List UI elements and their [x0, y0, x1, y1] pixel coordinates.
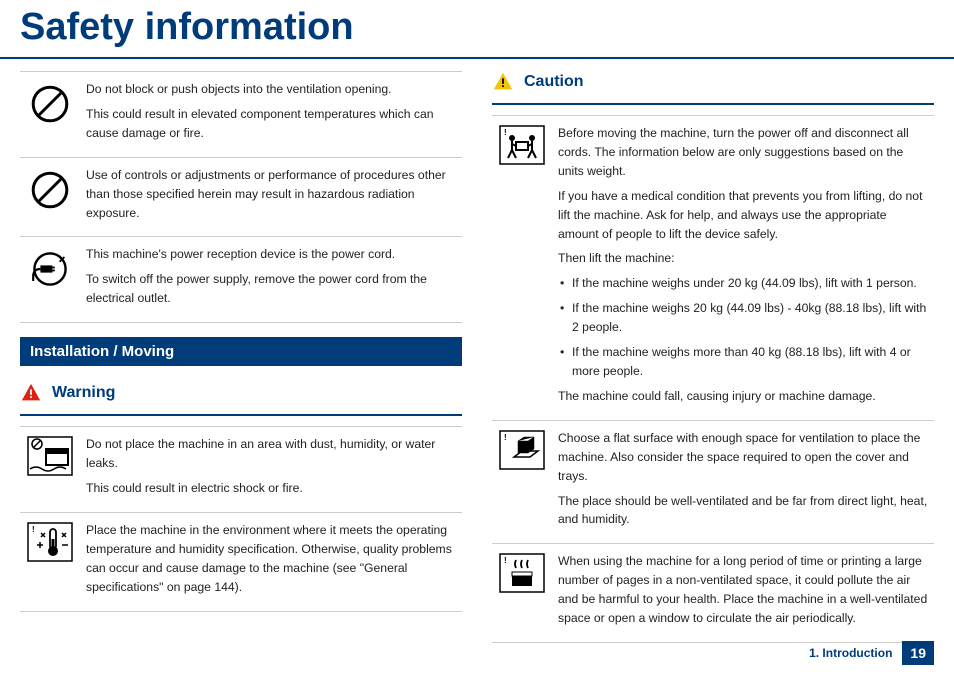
cell-text: This machine's power reception device is…	[80, 237, 462, 323]
svg-text:!: !	[32, 525, 35, 534]
caution-heading-text: Caution	[524, 73, 584, 91]
svg-text:!: !	[504, 556, 507, 565]
table-row: Do not block or push objects into the ve…	[20, 72, 462, 158]
text-line: If you have a medical condition that pre…	[558, 187, 928, 244]
svg-text:!: !	[504, 128, 507, 137]
cell-text: Do not place the machine in an area with…	[80, 427, 462, 513]
cell-text: When using the machine for a long period…	[552, 544, 934, 643]
divider-line	[20, 414, 462, 416]
flat-surface-icon: !	[498, 429, 546, 471]
cell-text: Place the machine in the environment whe…	[80, 512, 462, 611]
table-row: ! Choose a flat surface with enough spac…	[492, 420, 934, 544]
chapter-label: 1. Introduction	[809, 646, 892, 660]
warning-heading-text: Warning	[52, 384, 115, 402]
list-item: If the machine weighs more than 40 kg (8…	[558, 343, 928, 381]
table-row: Use of controls or adjustments or perfor…	[20, 157, 462, 237]
page-footer: 1. Introduction 19	[809, 641, 934, 665]
text-line: Do not block or push objects into the ve…	[86, 80, 456, 99]
divider-line	[492, 103, 934, 105]
prohibit-icon	[26, 166, 74, 208]
table-row: ! When using the machine for a long peri…	[492, 544, 934, 643]
temperature-humidity-icon: !	[26, 521, 74, 563]
cell-text: Do not block or push objects into the ve…	[80, 72, 462, 158]
prohibit-icon	[26, 80, 74, 122]
text-line: This machine's power reception device is…	[86, 245, 456, 264]
cell-text: Before moving the machine, turn the powe…	[552, 116, 934, 421]
table-row: ! Before moving the machine, turn the po…	[492, 116, 934, 421]
right-column: Caution ! Before moving the machine, tur…	[492, 71, 934, 653]
page-number: 19	[902, 641, 934, 665]
text-line: This could result in electric shock or f…	[86, 479, 456, 498]
weight-bullet-list: If the machine weighs under 20 kg (44.09…	[558, 274, 928, 381]
caution-heading-row: Caution	[492, 71, 934, 93]
lift-machine-icon: !	[498, 124, 546, 166]
cell-text: Choose a flat surface with enough space …	[552, 420, 934, 544]
svg-text:!: !	[504, 433, 507, 442]
cell-text: Use of controls or adjustments or perfor…	[80, 157, 462, 237]
text-line: Before moving the machine, turn the powe…	[558, 124, 928, 181]
content-columns: Do not block or push objects into the ve…	[0, 71, 954, 653]
list-item: If the machine weighs 20 kg (44.09 lbs) …	[558, 299, 928, 337]
warning-table: Do not place the machine in an area with…	[20, 426, 462, 611]
table-row: Do not place the machine in an area with…	[20, 427, 462, 513]
text-line: To switch off the power supply, remove t…	[86, 270, 456, 308]
table-row: ! Place the machine in the environment w…	[20, 512, 462, 611]
warning-heading-row: Warning	[20, 382, 462, 404]
ventilation-icon: !	[498, 552, 546, 594]
caution-table: ! Before moving the machine, turn the po…	[492, 115, 934, 643]
list-item: If the machine weighs under 20 kg (44.09…	[558, 274, 928, 293]
text-line: The place should be well-ventilated and …	[558, 492, 928, 530]
text-line: Use of controls or adjustments or perfor…	[86, 166, 456, 223]
text-line: Choose a flat surface with enough space …	[558, 429, 928, 486]
text-line: This could result in elevated component …	[86, 105, 456, 143]
power-plug-icon	[26, 245, 74, 287]
text-line: When using the machine for a long period…	[558, 552, 928, 628]
text-line: The machine could fall, causing injury o…	[558, 387, 928, 406]
page-title: Safety information	[0, 0, 954, 59]
top-warning-table: Do not block or push objects into the ve…	[20, 71, 462, 323]
warning-triangle-icon	[20, 382, 42, 404]
table-row: This machine's power reception device is…	[20, 237, 462, 323]
caution-triangle-icon	[492, 71, 514, 93]
section-heading-bar: Installation / Moving	[20, 337, 462, 366]
left-column: Do not block or push objects into the ve…	[20, 71, 462, 653]
text-line: Place the machine in the environment whe…	[86, 521, 456, 597]
text-line: Do not place the machine in an area with…	[86, 435, 456, 473]
text-line: Then lift the machine:	[558, 249, 928, 268]
no-water-dust-icon	[26, 435, 74, 477]
